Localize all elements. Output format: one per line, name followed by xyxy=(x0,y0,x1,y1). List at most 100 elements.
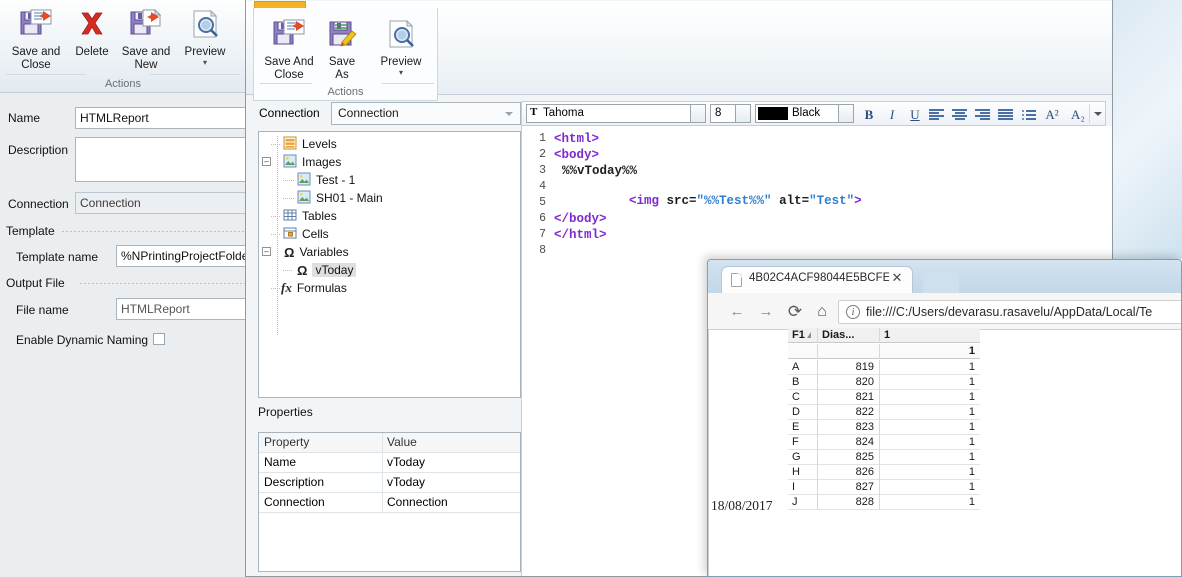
preview-caret-icon[interactable]: ▾ xyxy=(172,59,238,67)
subscript-button[interactable]: A₂ xyxy=(1066,105,1090,124)
ribbon-group-actions: Save and Close Delete xyxy=(0,0,246,93)
table-total-row: 1 xyxy=(788,344,980,359)
enable-dynamic-naming-checkbox[interactable] xyxy=(153,333,165,345)
template-name-input[interactable]: %NPrintingProjectFolder% xyxy=(116,245,246,267)
home-icon[interactable]: ⌂ xyxy=(811,301,833,323)
table-row[interactable]: D 822 1 xyxy=(788,405,980,420)
font-color-input[interactable]: Black xyxy=(755,104,839,123)
table-row[interactable]: Connection Connection xyxy=(259,493,520,513)
new-tab-button[interactable] xyxy=(923,272,959,293)
tree-item-tables[interactable]: Tables xyxy=(259,207,337,225)
cell-f1: F xyxy=(788,435,818,450)
template-object-tree[interactable]: Levels – Images Test - xyxy=(258,131,521,398)
color-swatch xyxy=(758,107,788,120)
font-size-input[interactable]: 8 xyxy=(710,104,736,123)
table-row[interactable]: Name vToday xyxy=(259,453,520,473)
cell-value: 1 xyxy=(880,375,980,390)
properties-grid[interactable]: Property Value Name vToday Description v… xyxy=(258,432,521,572)
column-header-dias[interactable]: Dias... xyxy=(818,328,880,343)
bold-button[interactable]: B xyxy=(859,105,879,124)
cell-value: 1 xyxy=(880,360,980,375)
table-row[interactable]: B 820 1 xyxy=(788,375,980,390)
save-and-new-button[interactable]: Save and New xyxy=(113,2,179,71)
align-justify-button[interactable] xyxy=(994,102,1016,127)
reload-icon[interactable]: ⟳ xyxy=(784,301,806,323)
cell-f1: D xyxy=(788,405,818,420)
connection-label: Connection xyxy=(8,197,69,211)
save-as-label-1: Save xyxy=(316,56,368,69)
output-section-label: Output File xyxy=(6,276,65,290)
tree-guideline-h xyxy=(271,216,281,217)
name-input[interactable]: HTMLReport xyxy=(75,107,246,129)
preview-mid-caret-icon[interactable]: ▾ xyxy=(370,69,432,77)
tree-item-vtoday[interactable]: Ω vToday xyxy=(259,261,356,279)
file-name-input[interactable]: HTMLReport xyxy=(116,298,246,320)
tree-item-variables[interactable]: – Ω Variables xyxy=(259,243,349,261)
table-row[interactable]: G 825 1 xyxy=(788,450,980,465)
font-family-dropdown-arrow[interactable] xyxy=(691,104,706,123)
table-row[interactable]: A 819 1 xyxy=(788,360,980,375)
font-color-dropdown-arrow[interactable] xyxy=(839,104,854,123)
font-size-dropdown-arrow[interactable] xyxy=(736,104,751,123)
tree-expander-images[interactable]: – xyxy=(262,157,271,166)
align-center-button[interactable] xyxy=(948,102,970,127)
tree-connection-dropdown[interactable]: Connection xyxy=(331,102,521,125)
table-row[interactable]: C 821 1 xyxy=(788,390,980,405)
column-header-f1[interactable]: F1 xyxy=(788,328,818,343)
table-row[interactable]: I 827 1 xyxy=(788,480,980,495)
ribbon-group-label: Actions xyxy=(0,78,246,90)
toolbar-overflow-button[interactable] xyxy=(1089,104,1105,123)
tree-item-cells[interactable]: Cells xyxy=(259,225,329,243)
tree-item-formulas[interactable]: fx Formulas xyxy=(259,279,347,297)
image-icon xyxy=(297,190,311,207)
save-and-close-label-2: Close xyxy=(3,59,69,72)
tree-item-test-1[interactable]: Test - 1 xyxy=(259,171,355,189)
sort-ascending-icon[interactable] xyxy=(807,332,811,338)
column-header-1[interactable]: 1 xyxy=(880,328,980,343)
cell-f1: J xyxy=(788,495,818,510)
align-right-button[interactable] xyxy=(971,102,993,127)
connection-value: Connection xyxy=(75,192,246,214)
back-button[interactable]: ← xyxy=(726,301,748,323)
address-bar[interactable]: i file:///C:/Users/devarasu.rasavelu/App… xyxy=(838,300,1182,324)
cell-dias: 820 xyxy=(818,375,880,390)
property-description-value: vToday xyxy=(387,475,425,489)
align-left-button[interactable] xyxy=(925,102,947,127)
preview-button-mid[interactable]: Preview ▾ xyxy=(370,12,432,77)
table-header-row: F1 Dias... 1 xyxy=(788,328,980,343)
chevron-down-icon xyxy=(505,112,513,116)
table-row[interactable]: H 826 1 xyxy=(788,465,980,480)
save-and-close-button-mid[interactable]: Save And Close xyxy=(258,12,320,81)
info-icon[interactable]: i xyxy=(846,305,860,319)
underline-button[interactable]: U xyxy=(905,105,925,124)
align-justify-icon xyxy=(998,109,1013,120)
browser-tab[interactable]: 4B02C4ACF98044E5BCFE ✕ xyxy=(721,266,913,293)
description-input[interactable] xyxy=(75,137,246,182)
bullet-list-button[interactable] xyxy=(1017,102,1039,127)
tree-item-images[interactable]: – Images xyxy=(259,153,341,171)
cell-value: 1 xyxy=(880,420,980,435)
table-row[interactable]: E 823 1 xyxy=(788,420,980,435)
tree-item-sh01-main[interactable]: SH01 - Main xyxy=(259,189,383,207)
cell-f1: A xyxy=(788,360,818,375)
template-section-label: Template xyxy=(6,224,55,238)
forward-button[interactable]: → xyxy=(755,301,777,323)
tree-item-levels[interactable]: Levels xyxy=(259,135,337,153)
font-family-input[interactable]: T Tahoma xyxy=(526,104,691,123)
tree-expander-variables[interactable]: – xyxy=(262,247,271,256)
code-line-4-close: > xyxy=(854,194,862,208)
code-line-4-attr-src: src= xyxy=(667,194,697,208)
superscript-button[interactable]: A² xyxy=(1040,105,1064,124)
cell-dias: 824 xyxy=(818,435,880,450)
cell-f1: C xyxy=(788,390,818,405)
total-cell-f1 xyxy=(788,344,818,359)
close-icon[interactable]: ✕ xyxy=(890,271,904,285)
preview-button[interactable]: Preview ▾ xyxy=(172,2,238,67)
save-as-button[interactable]: Save As xyxy=(316,12,368,81)
table-row[interactable]: J 828 1 xyxy=(788,495,980,510)
table-row[interactable]: Description vToday xyxy=(259,473,520,493)
line-number: 4 xyxy=(539,180,546,193)
cell-f1: I xyxy=(788,480,818,495)
italic-button[interactable]: I xyxy=(882,105,902,124)
table-row[interactable]: F 824 1 xyxy=(788,435,980,450)
